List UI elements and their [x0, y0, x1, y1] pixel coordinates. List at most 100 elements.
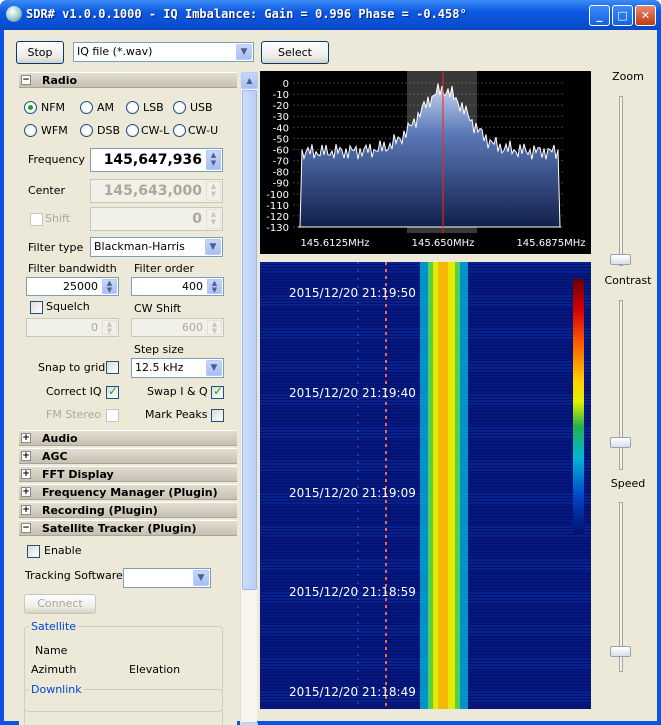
waterfall-timestamp: 2015/12/20 21:19:40 — [289, 386, 416, 400]
section-sattrack-header[interactable]: − Satellite Tracker (Plugin) — [19, 520, 237, 536]
center-value: 145,643,000 — [103, 183, 202, 199]
shift-spinner: ▲ ▼ — [206, 209, 221, 229]
select-button[interactable]: Select — [261, 41, 329, 64]
section-fft-label: FFT Display — [42, 468, 114, 481]
left-panel: − Radio NFM AM LSB USB WFM DSB CW-L CW-U… — [19, 72, 237, 725]
filter-order-label: Filter order — [134, 262, 195, 275]
frequency-spinner[interactable]: ▲ ▼ — [206, 150, 221, 170]
tracking-software-select[interactable]: ▼ — [123, 568, 211, 588]
shift-input: 0 ▲ ▼ — [90, 207, 223, 231]
squelch-checkbox[interactable] — [30, 301, 43, 314]
waterfall-timestamp: 2015/12/20 21:19:09 — [289, 486, 416, 500]
squelch-input: 0 ▲ ▼ — [26, 318, 119, 337]
expand-icon[interactable]: + — [21, 433, 31, 443]
cw-shift-input: 600 ▲ ▼ — [131, 318, 224, 337]
zoom-track[interactable] — [619, 96, 623, 266]
filter-bandwidth-input[interactable]: 25000 ▲ ▼ — [26, 277, 119, 296]
mode-cwu-radio[interactable] — [173, 124, 186, 137]
shift-value: 0 — [192, 211, 202, 227]
chevron-down-icon[interactable]: ▼ — [236, 44, 252, 60]
satellite-group-title: Satellite — [29, 620, 79, 633]
section-radio-label: Radio — [42, 74, 78, 87]
chevron-down-icon[interactable]: ▼ — [205, 239, 221, 255]
collapse-icon[interactable]: − — [21, 75, 31, 85]
zoom-label: Zoom — [612, 70, 644, 83]
expand-icon[interactable]: + — [21, 505, 31, 515]
filter-order-spinner[interactable]: ▲ ▼ — [207, 279, 222, 294]
close-button[interactable]: ✕ — [635, 5, 656, 26]
snap-to-grid-checkbox[interactable] — [106, 361, 119, 374]
mode-dsb-radio[interactable] — [80, 124, 93, 137]
spectrum-db-tick: -40 — [273, 123, 289, 134]
frequency-input[interactable]: 145,647,936 ▲ ▼ — [90, 148, 223, 172]
mode-cwl-radio[interactable] — [126, 124, 139, 137]
spectrum-db-tick: 0 — [283, 79, 289, 90]
spectrum-freq-tick: 145.6875MHz — [516, 238, 585, 249]
window-title: SDR# v1.0.0.1000 - IQ Imbalance: Gain = … — [26, 7, 467, 21]
mode-dsb-label: DSB — [97, 124, 120, 137]
spectrum-freq-tick: 145.650MHz — [412, 238, 475, 249]
filter-type-select[interactable]: Blackman-Harris ▼ — [90, 237, 223, 257]
cw-shift-spinner: ▲ ▼ — [207, 320, 222, 335]
sat-enable-label: Enable — [44, 544, 82, 557]
mode-am-radio[interactable] — [80, 101, 93, 114]
scroll-up-icon[interactable]: ▲ — [241, 72, 258, 89]
stop-button[interactable]: Stop — [16, 41, 64, 64]
squelch-value: 0 — [91, 321, 98, 334]
swap-iq-checkbox[interactable] — [211, 384, 224, 399]
source-select[interactable]: IQ file (*.wav) ▼ — [73, 42, 254, 62]
expand-icon[interactable]: + — [21, 451, 31, 461]
mode-usb-radio[interactable] — [173, 101, 186, 114]
section-radio-header[interactable]: − Radio — [19, 72, 237, 88]
filter-order-value: 400 — [182, 280, 203, 293]
mode-lsb-radio[interactable] — [126, 101, 139, 114]
frequency-value: 145,647,936 — [103, 152, 202, 168]
title-bar[interactable]: SDR# v1.0.0.1000 - IQ Imbalance: Gain = … — [0, 0, 661, 30]
chevron-down-icon[interactable]: ▼ — [193, 570, 209, 586]
app-icon — [6, 6, 22, 22]
spectrum-db-tick: -50 — [273, 134, 289, 145]
swap-iq-label: Swap I & Q — [147, 385, 208, 398]
contrast-slider-thumb[interactable] — [610, 437, 631, 448]
collapse-icon[interactable]: − — [21, 523, 31, 533]
zoom-slider-thumb[interactable] — [610, 254, 631, 265]
minimize-button[interactable]: _ — [589, 5, 610, 26]
snap-to-grid-label: Snap to grid — [38, 361, 106, 374]
spectrum-db-tick: -110 — [266, 201, 289, 212]
section-agc-header[interactable]: + AGC — [19, 448, 237, 464]
waterfall-display[interactable]: 2015/12/20 21:19:50 2015/12/20 21:19:40 … — [260, 262, 591, 709]
spectrum-display[interactable]: 0 -10 -20 -30 -40 -50 -60 -70 -80 -90 -100 -110 -120… — [260, 71, 591, 254]
maximize-button[interactable]: □ — [612, 5, 633, 26]
speed-slider-thumb[interactable] — [610, 646, 631, 657]
section-audio-label: Audio — [42, 432, 78, 445]
center-input: 145,643,000 ▲ ▼ — [90, 179, 223, 203]
center-spinner: ▲ ▼ — [206, 181, 221, 201]
expand-icon[interactable]: + — [21, 469, 31, 479]
mode-wfm-radio[interactable] — [24, 124, 37, 137]
chevron-down-icon[interactable]: ▼ — [206, 360, 222, 376]
section-audio-header[interactable]: + Audio — [19, 430, 237, 446]
mark-peaks-checkbox[interactable] — [211, 409, 224, 422]
spectrum-db-tick: -70 — [273, 157, 289, 168]
mark-peaks-label: Mark Peaks — [145, 408, 208, 421]
filter-bandwidth-spinner[interactable]: ▲ ▼ — [102, 279, 117, 294]
expand-icon[interactable]: + — [21, 487, 31, 497]
section-sattrack-label: Satellite Tracker (Plugin) — [42, 522, 197, 535]
filter-bandwidth-label: Filter bandwidth — [28, 262, 117, 275]
downlink-group-title: Downlink — [29, 683, 84, 696]
mode-nfm-radio[interactable] — [24, 101, 37, 114]
correct-iq-checkbox[interactable] — [106, 384, 119, 399]
connect-button: Connect — [24, 594, 96, 614]
left-panel-scrollbar[interactable]: ▲ ▼ — [240, 72, 258, 725]
scroll-thumb[interactable] — [242, 90, 257, 590]
section-recording-header[interactable]: + Recording (Plugin) — [19, 502, 237, 518]
step-size-select[interactable]: 12.5 kHz ▼ — [131, 358, 224, 378]
sat-enable-checkbox[interactable] — [27, 545, 40, 558]
tracking-software-label: Tracking Software — [25, 569, 123, 582]
contrast-label: Contrast — [604, 274, 652, 287]
section-freqmgr-header[interactable]: + Frequency Manager (Plugin) — [19, 484, 237, 500]
section-fft-header[interactable]: + FFT Display — [19, 466, 237, 482]
filter-order-input[interactable]: 400 ▲ ▼ — [131, 277, 224, 296]
filter-type-label: Filter type — [28, 241, 84, 254]
main-client: Stop IQ file (*.wav) ▼ Select − Radio NF… — [4, 30, 657, 725]
